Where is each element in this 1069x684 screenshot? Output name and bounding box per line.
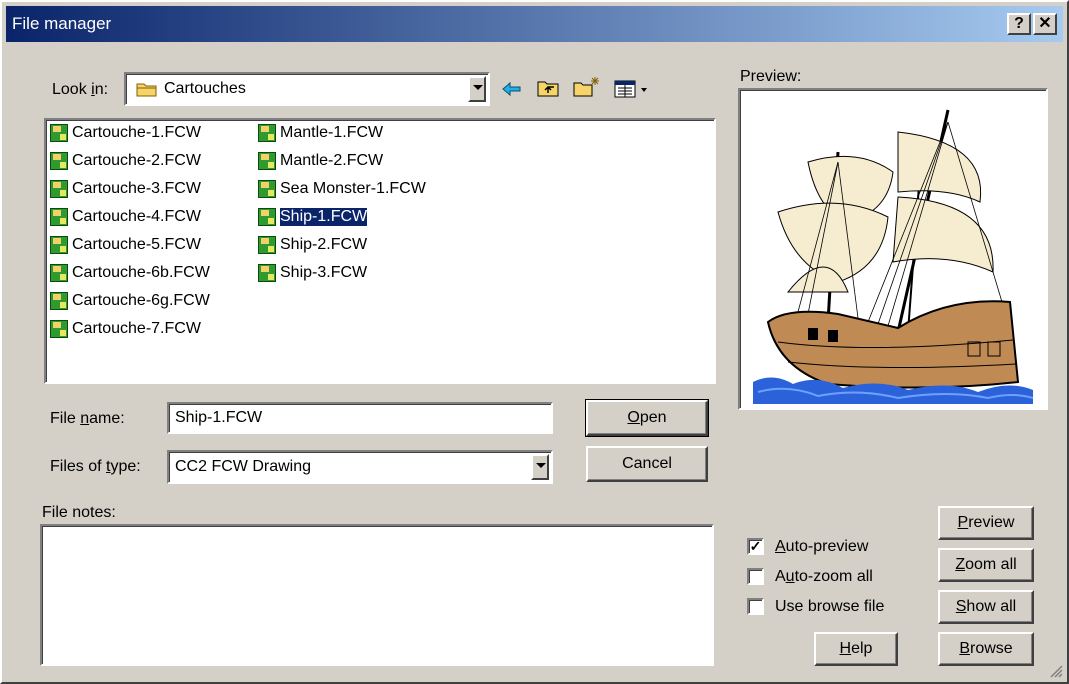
file-list-item[interactable]: Cartouche-6b.FCW <box>50 262 210 284</box>
file-manager-window: File manager ? ✕ Look in: Cartouches Car… <box>0 0 1069 684</box>
fcw-file-icon <box>50 208 68 226</box>
preview-label: Preview: <box>740 68 802 85</box>
file-list-item-label: Cartouche-7.FCW <box>72 320 201 337</box>
file-list-item-label: Mantle-1.FCW <box>280 124 384 141</box>
help-button[interactable]: Help <box>814 632 898 666</box>
file-list-item[interactable]: Sea Monster-1.FCW <box>258 178 426 200</box>
title-bar[interactable]: File manager ? ✕ <box>6 6 1063 42</box>
file-list-item[interactable]: Cartouche-3.FCW <box>50 178 201 200</box>
back-arrow-icon[interactable] <box>500 79 524 99</box>
files-of-type-dropdown[interactable]: CC2 FCW Drawing <box>167 450 553 484</box>
show-all-button[interactable]: Show all <box>938 590 1034 624</box>
preview-panel <box>738 88 1048 410</box>
fcw-file-icon <box>50 320 68 338</box>
file-list-item-label: Cartouche-5.FCW <box>72 236 201 253</box>
use-browse-file-checkbox[interactable] <box>747 598 764 615</box>
file-list-item[interactable]: Cartouche-5.FCW <box>50 234 201 256</box>
up-folder-icon[interactable] <box>536 77 562 99</box>
fcw-file-icon <box>258 264 276 282</box>
file-list-item[interactable]: Cartouche-4.FCW <box>50 206 201 228</box>
fcw-file-icon <box>50 180 68 198</box>
files-of-type-dropdown-arrow[interactable] <box>531 454 549 480</box>
preview-button[interactable]: Preview <box>938 506 1034 540</box>
file-list-item-label: Cartouche-6b.FCW <box>72 264 210 281</box>
files-of-type-label: Files of type: <box>50 458 141 475</box>
browse-button[interactable]: Browse <box>938 632 1034 666</box>
fcw-file-icon <box>258 208 276 226</box>
files-of-type-value: CC2 FCW Drawing <box>175 458 312 475</box>
file-list-item[interactable]: Ship-1.FCW <box>258 206 369 228</box>
file-name-value: Ship-1.FCW <box>175 409 263 426</box>
look-in-value: Cartouches <box>164 80 246 97</box>
resize-grip-icon[interactable] <box>1047 662 1063 678</box>
new-folder-icon[interactable] <box>572 75 602 99</box>
file-list-item[interactable]: Ship-2.FCW <box>258 234 367 256</box>
file-list-item[interactable]: Mantle-2.FCW <box>258 150 383 172</box>
file-name-label: File name: <box>50 410 125 427</box>
file-list-item-label: Mantle-2.FCW <box>280 152 384 169</box>
fcw-file-icon <box>50 264 68 282</box>
fcw-file-icon <box>50 292 68 310</box>
auto-preview-checkbox[interactable]: ✓ <box>747 538 764 555</box>
file-list-item-label: Cartouche-2.FCW <box>72 152 201 169</box>
file-notes-label: File notes: <box>42 504 116 521</box>
help-title-button[interactable]: ? <box>1007 13 1031 35</box>
look-in-dropdown-arrow[interactable] <box>468 76 486 102</box>
file-list[interactable]: Cartouche-1.FCW Cartouche-2.FCW Cartouche-… <box>44 118 716 384</box>
folder-icon <box>136 80 157 97</box>
fcw-file-icon <box>50 236 68 254</box>
file-name-input[interactable]: Ship-1.FCW <box>167 402 553 434</box>
ship-preview-image <box>753 109 1034 404</box>
view-menu-icon[interactable] <box>613 79 653 99</box>
open-button[interactable]: Open <box>585 399 709 437</box>
auto-zoom-all-label: Auto-zoom all <box>775 568 873 585</box>
fcw-file-icon <box>258 236 276 254</box>
file-list-item-label: Cartouche-1.FCW <box>72 124 201 141</box>
fcw-file-icon <box>258 152 276 170</box>
file-list-item[interactable]: Cartouche-1.FCW <box>50 122 201 144</box>
file-list-item[interactable]: Cartouche-2.FCW <box>50 150 201 172</box>
file-list-item-label: Sea Monster-1.FCW <box>280 180 426 197</box>
file-list-item-label: Ship-2.FCW <box>280 236 368 253</box>
auto-preview-label: Auto-preview <box>775 538 869 555</box>
file-list-item-label: Cartouche-3.FCW <box>72 180 201 197</box>
file-list-item-label: Ship-1.FCW <box>278 207 369 227</box>
file-list-item[interactable]: Cartouche-7.FCW <box>50 318 201 340</box>
look-in-label: Look in: <box>52 81 109 98</box>
file-list-item-label: Cartouche-6g.FCW <box>72 292 210 309</box>
fcw-file-icon <box>258 124 276 142</box>
file-list-item-label: Ship-3.FCW <box>280 264 368 281</box>
file-list-item[interactable]: Ship-3.FCW <box>258 262 367 284</box>
fcw-file-icon <box>50 152 68 170</box>
zoom-all-button[interactable]: Zoom all <box>938 548 1034 582</box>
close-title-button[interactable]: ✕ <box>1033 13 1057 35</box>
auto-zoom-all-checkbox[interactable] <box>747 568 764 585</box>
file-list-item[interactable]: Mantle-1.FCW <box>258 122 383 144</box>
file-list-item[interactable]: Cartouche-6g.FCW <box>50 290 210 312</box>
file-list-item-label: Cartouche-4.FCW <box>72 208 201 225</box>
fcw-file-icon <box>258 180 276 198</box>
use-browse-file-label: Use browse file <box>775 598 885 615</box>
window-title: File manager <box>12 14 112 33</box>
fcw-file-icon <box>50 124 68 142</box>
cancel-button[interactable]: Cancel <box>586 446 708 482</box>
look-in-dropdown[interactable]: Cartouches <box>124 72 490 106</box>
file-notes-textarea[interactable] <box>40 524 714 666</box>
